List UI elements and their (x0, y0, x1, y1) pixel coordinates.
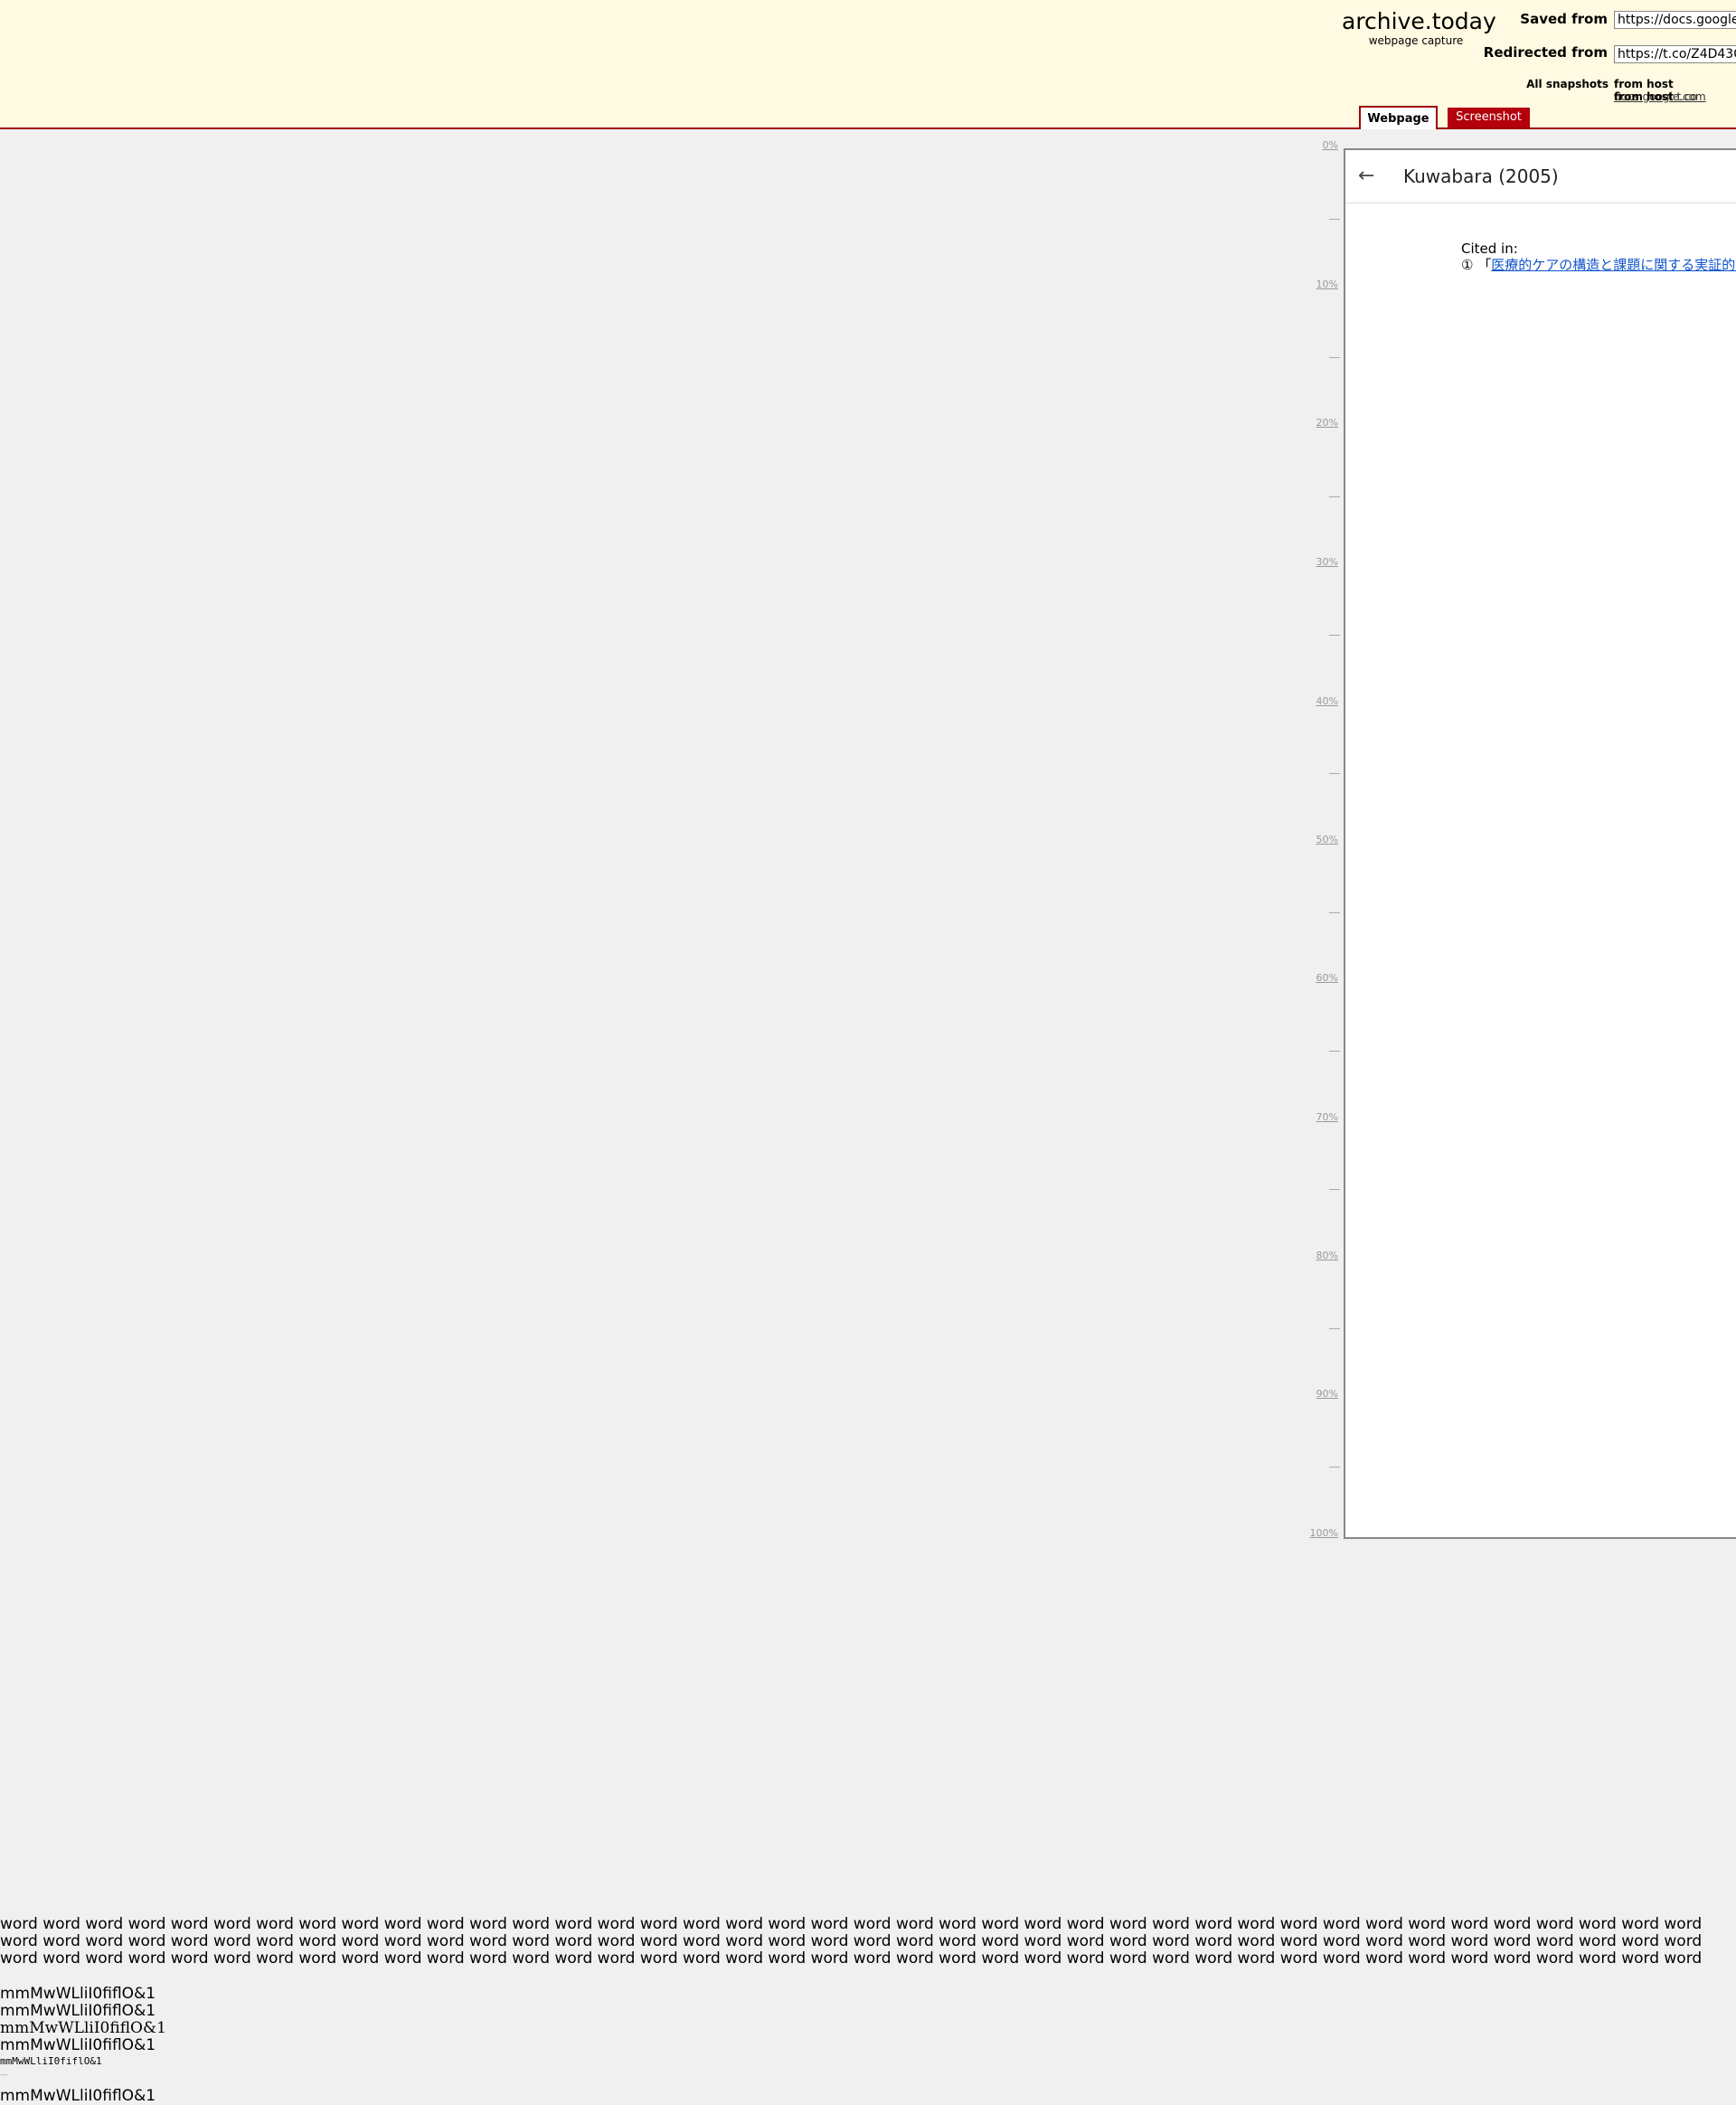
ruler-tick (1329, 1328, 1340, 1329)
ruler-tick (1329, 1467, 1340, 1468)
ruler-tick (1329, 1189, 1340, 1190)
saved-from-label: Saved from (1520, 11, 1608, 27)
ruler-label[interactable]: 100% (1310, 1527, 1338, 1539)
ruler-label[interactable]: 30% (1316, 556, 1338, 568)
snapshot-prefix: from host (1614, 90, 1674, 103)
cited-prefix: ① 「 (1461, 257, 1492, 273)
document-topbar: ← Kuwabara (2005) (1345, 150, 1736, 203)
ruler-tick (1329, 219, 1340, 220)
ruler-label[interactable]: 70% (1316, 1111, 1338, 1123)
ruler-tick (1329, 1051, 1340, 1052)
archive-header: archive.today webpage capture Saved from… (0, 0, 1736, 129)
ruler-tick (1329, 496, 1340, 497)
font-sample: mmMwWLliI0fiflO&1 (0, 2087, 156, 2105)
saved-from-field[interactable] (1614, 11, 1736, 29)
separator-dash: — (0, 2071, 8, 2080)
snapshot-row: from host t.co (1614, 90, 1697, 103)
ruler-tick (1329, 357, 1340, 358)
cited-in-entry: ① 「医療的ケアの構造と課題に関する実証的研究 (1461, 257, 1736, 273)
ruler-label[interactable]: 0% (1323, 139, 1338, 151)
ruler-label[interactable]: 50% (1316, 834, 1338, 845)
all-snapshots-label: All snapshots (1526, 78, 1609, 90)
back-arrow-icon[interactable]: ← (1358, 165, 1374, 187)
captured-page-frame: ← Kuwabara (2005) Cited in: ① 「医療的ケアの構造と… (1344, 148, 1736, 1539)
ruler-tick (1329, 912, 1340, 913)
tab-screenshot[interactable]: Screenshot (1448, 108, 1530, 127)
ruler-tick (1329, 773, 1340, 774)
ruler-label[interactable]: 80% (1316, 1250, 1338, 1261)
ruler-label[interactable]: 20% (1316, 417, 1338, 429)
redirected-from-field[interactable] (1614, 45, 1736, 63)
ruler-tick (1329, 635, 1340, 636)
cited-paper-link[interactable]: 医療的ケアの構造と課題に関する実証的研究 (1491, 257, 1736, 273)
tab-webpage[interactable]: Webpage (1359, 106, 1438, 129)
document-title: Kuwabara (2005) (1403, 165, 1559, 187)
ruler-label[interactable]: 60% (1316, 972, 1338, 984)
snapshot-prefix: from host (1614, 78, 1674, 90)
redirected-from-label: Redirected from (1483, 44, 1608, 61)
cited-in-label: Cited in: (1461, 241, 1518, 257)
font-sample: mmMwWLliI0fiflO&1 (0, 2019, 166, 2037)
font-sample: mmMwWLliI0fiflO&1 (0, 1985, 156, 2003)
word-paragraph: word word word word word word word word … (0, 1916, 1703, 1968)
font-sample: mmMwWLliI0fiflO&1 (0, 2036, 156, 2054)
font-sample: mmMwWLliI0fiflO&1 (0, 2055, 102, 2067)
snapshot-host-link[interactable]: t.co (1677, 90, 1697, 103)
cited-in-block: Cited in: ① 「医療的ケアの構造と課題に関する実証的研究 (1461, 241, 1736, 273)
ruler-label[interactable]: 10% (1316, 278, 1338, 290)
ruler-label[interactable]: 90% (1316, 1388, 1338, 1400)
ruler-label[interactable]: 40% (1316, 695, 1338, 707)
font-sample: mmMwWLliI0fiflO&1 (0, 2002, 156, 2020)
